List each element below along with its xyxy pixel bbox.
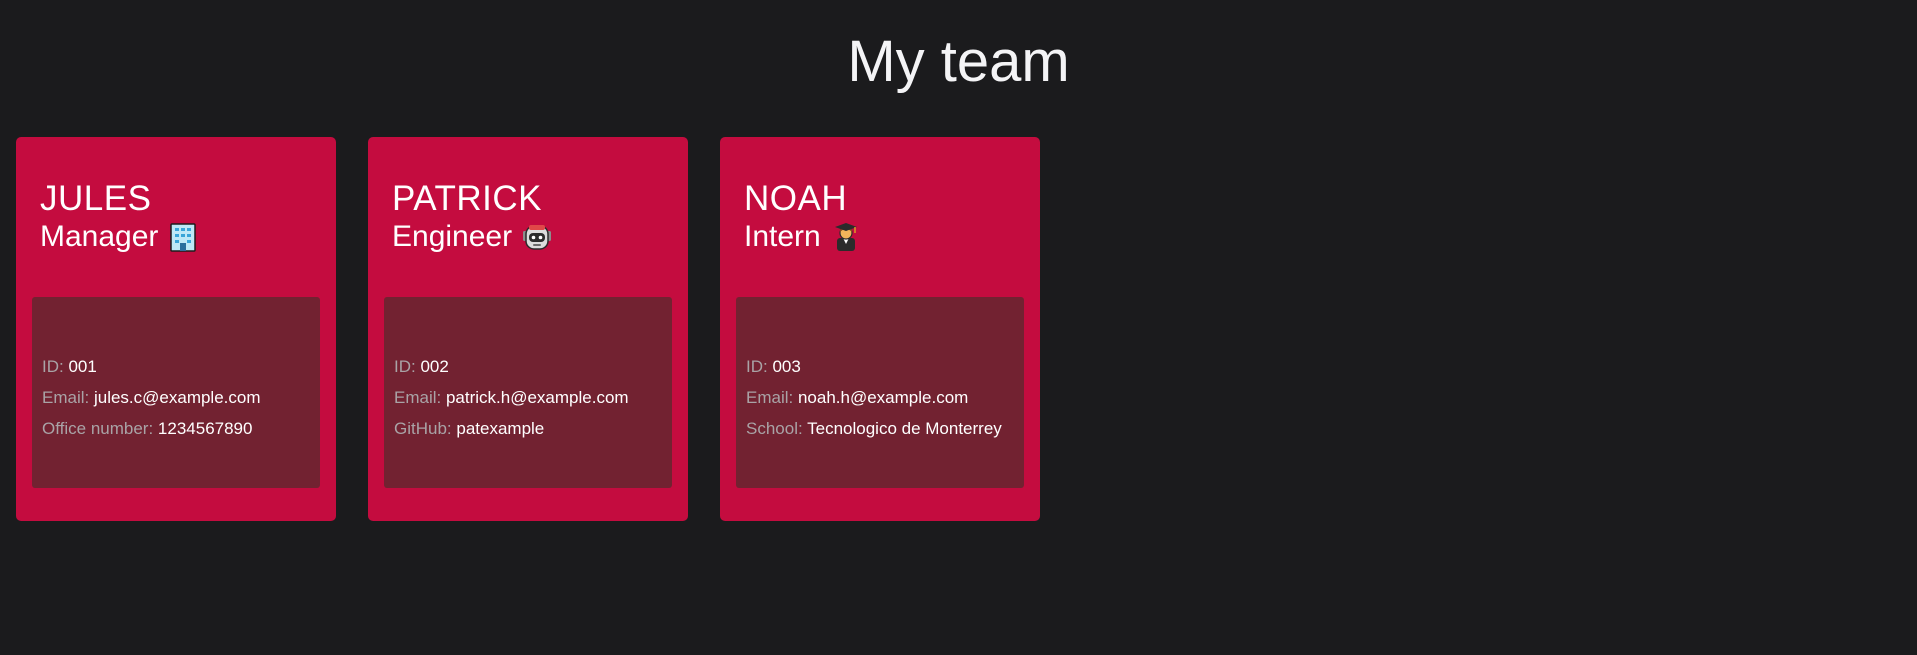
- employee-office-row: Office number: 1234567890: [42, 413, 320, 444]
- employee-id-row: ID: 002: [394, 351, 672, 382]
- employee-card: JULES Manager ID: 001 Email: jules.c@exa…: [16, 137, 336, 521]
- office-number-label: Office number:: [42, 419, 154, 438]
- employee-github-row: GitHub: patexample: [394, 413, 672, 444]
- id-label: ID:: [42, 357, 64, 376]
- email-label: Email:: [746, 388, 794, 407]
- id-label: ID:: [394, 357, 416, 376]
- office-building-icon: [168, 222, 198, 252]
- card-header: PATRICK Engineer: [392, 179, 672, 255]
- card-header: NOAH Intern: [744, 179, 1024, 255]
- email-link[interactable]: noah.h@example.com: [798, 388, 968, 407]
- employee-id-row: ID: 001: [42, 351, 320, 382]
- team-cards: JULES Manager ID: 001 Email: jules.c@exa…: [16, 137, 1040, 521]
- school-label: School:: [746, 419, 803, 438]
- employee-name: NOAH: [744, 179, 848, 218]
- email-label: Email:: [394, 388, 442, 407]
- employee-card: PATRICK Engineer ID: 002 Email: patrick.…: [368, 137, 688, 521]
- graduate-icon: [831, 222, 861, 252]
- id-value: 001: [68, 357, 97, 376]
- github-link[interactable]: patexample: [456, 419, 544, 438]
- employee-details: ID: 001 Email: jules.c@example.com Offic…: [32, 297, 320, 488]
- employee-name: PATRICK: [392, 179, 542, 218]
- id-value: 003: [772, 357, 801, 376]
- employee-card: NOAH Intern ID: 003 Email: noah.h@exampl…: [720, 137, 1040, 521]
- email-link[interactable]: patrick.h@example.com: [446, 388, 629, 407]
- id-value: 002: [420, 357, 449, 376]
- employee-name: JULES: [40, 179, 152, 218]
- employee-details: ID: 003 Email: noah.h@example.com School…: [736, 297, 1024, 488]
- card-header: JULES Manager: [40, 179, 320, 255]
- employee-school-row: School: Tecnologico de Monterrey: [746, 413, 1024, 444]
- github-label: GitHub:: [394, 419, 452, 438]
- employee-email-row: Email: patrick.h@example.com: [394, 382, 672, 413]
- employee-role-label: Intern: [744, 220, 821, 253]
- school-value: Tecnologico de Monterrey: [807, 419, 1002, 438]
- email-link[interactable]: jules.c@example.com: [94, 388, 261, 407]
- email-label: Email:: [42, 388, 90, 407]
- employee-role-label: Manager: [40, 220, 159, 253]
- employee-details: ID: 002 Email: patrick.h@example.com Git…: [384, 297, 672, 488]
- office-number-value: 1234567890: [157, 419, 253, 438]
- employee-id-row: ID: 003: [746, 351, 1024, 382]
- employee-role: Intern: [744, 219, 1024, 255]
- robot-icon: [522, 222, 552, 252]
- id-label: ID:: [746, 357, 768, 376]
- employee-role-label: Engineer: [392, 220, 513, 253]
- employee-email-row: Email: noah.h@example.com: [746, 382, 1024, 413]
- page-title: My team: [847, 29, 1070, 94]
- employee-role: Manager: [40, 219, 320, 255]
- employee-email-row: Email: jules.c@example.com: [42, 382, 320, 413]
- employee-role: Engineer: [392, 219, 672, 255]
